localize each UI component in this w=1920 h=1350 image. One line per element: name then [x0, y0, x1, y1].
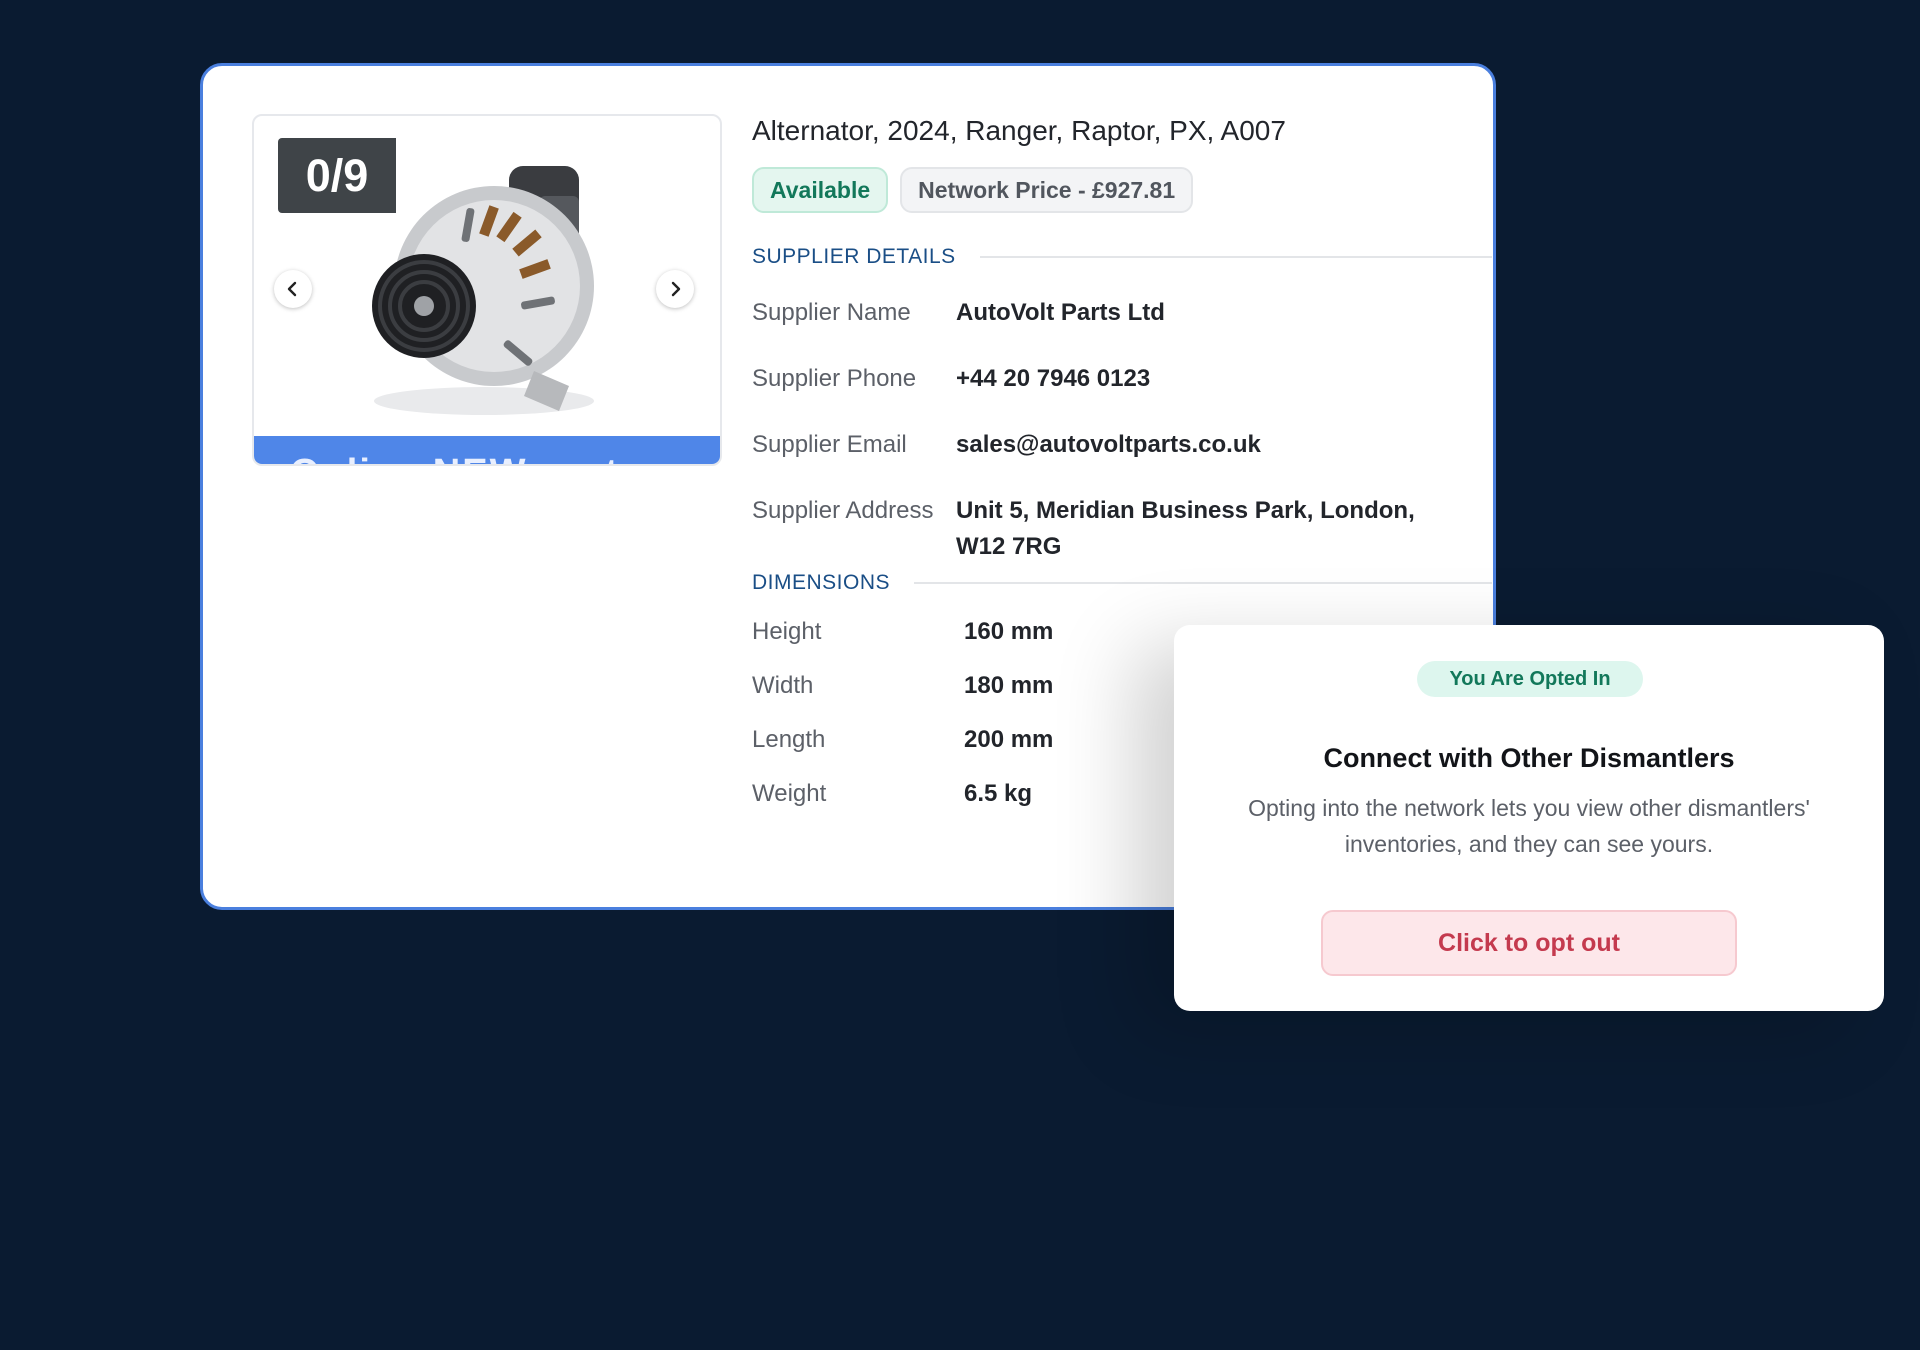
- supplier-email-value: sales@autovoltparts.co.uk: [956, 431, 1261, 458]
- supplier-name-row: Supplier Name AutoVolt Parts Ltd: [752, 295, 1492, 361]
- chevron-left-icon: [287, 281, 297, 297]
- chevron-right-icon: [671, 281, 681, 297]
- opt-out-button[interactable]: Click to opt out: [1321, 910, 1737, 976]
- popup-heading: Connect with Other Dismantlers: [1323, 743, 1735, 773]
- banner-text: Online NEW parts: [290, 452, 643, 464]
- supplier-address-value: Unit 5, Meridian Business Park, London, …: [956, 497, 1415, 560]
- height-value: 160 mm: [964, 618, 1054, 645]
- supplier-address-row: Supplier Address Unit 5, Meridian Busine…: [752, 493, 1492, 565]
- width-label: Width: [752, 672, 814, 699]
- network-price-badge: Network Price - £927.81: [900, 167, 1194, 213]
- supplier-section-header: SUPPLIER DETAILS: [752, 245, 1492, 269]
- supplier-section-title: SUPPLIER DETAILS: [752, 245, 956, 268]
- image-counter: 0/9: [278, 138, 396, 213]
- height-label: Height: [752, 618, 822, 645]
- part-title: Alternator, 2024, Ranger, Raptor, PX, A0…: [752, 115, 1286, 146]
- dimensions-section-header: DIMENSIONS: [752, 571, 1492, 595]
- supplier-phone-value: +44 20 7946 0123: [956, 365, 1151, 392]
- image-gallery[interactable]: 0/9 Online NEW parts: [252, 114, 722, 466]
- supplier-email-row: Supplier Email sales@autovoltparts.co.uk: [752, 427, 1492, 493]
- length-value: 200 mm: [964, 726, 1054, 753]
- supplier-name-label: Supplier Name: [752, 299, 911, 326]
- weight-label: Weight: [752, 780, 827, 807]
- divider: [979, 256, 1492, 258]
- previous-image-button[interactable]: [274, 270, 312, 308]
- divider: [914, 582, 1492, 584]
- width-value: 180 mm: [964, 672, 1054, 699]
- supplier-email-label: Supplier Email: [752, 431, 907, 458]
- supplier-phone-row: Supplier Phone +44 20 7946 0123: [752, 361, 1492, 427]
- supplier-details: Supplier Name AutoVolt Parts Ltd Supplie…: [752, 295, 1492, 565]
- popup-description: Opting into the network lets you view ot…: [1248, 795, 1810, 857]
- dimensions-section-title: DIMENSIONS: [752, 571, 891, 594]
- weight-value: 6.5 kg: [964, 780, 1033, 807]
- gallery-banner: Online NEW parts: [254, 436, 720, 464]
- opt-in-status-badge: You Are Opted In: [1417, 661, 1643, 697]
- network-opt-in-card: You Are Opted In Connect with Other Dism…: [1174, 625, 1884, 1011]
- next-image-button[interactable]: [656, 270, 694, 308]
- supplier-address-label: Supplier Address: [752, 497, 934, 524]
- supplier-name-value: AutoVolt Parts Ltd: [956, 299, 1165, 326]
- length-label: Length: [752, 726, 826, 753]
- supplier-phone-label: Supplier Phone: [752, 365, 917, 392]
- availability-badge: Available: [752, 167, 889, 213]
- status-badges: Available Network Price - £927.81: [752, 167, 1492, 213]
